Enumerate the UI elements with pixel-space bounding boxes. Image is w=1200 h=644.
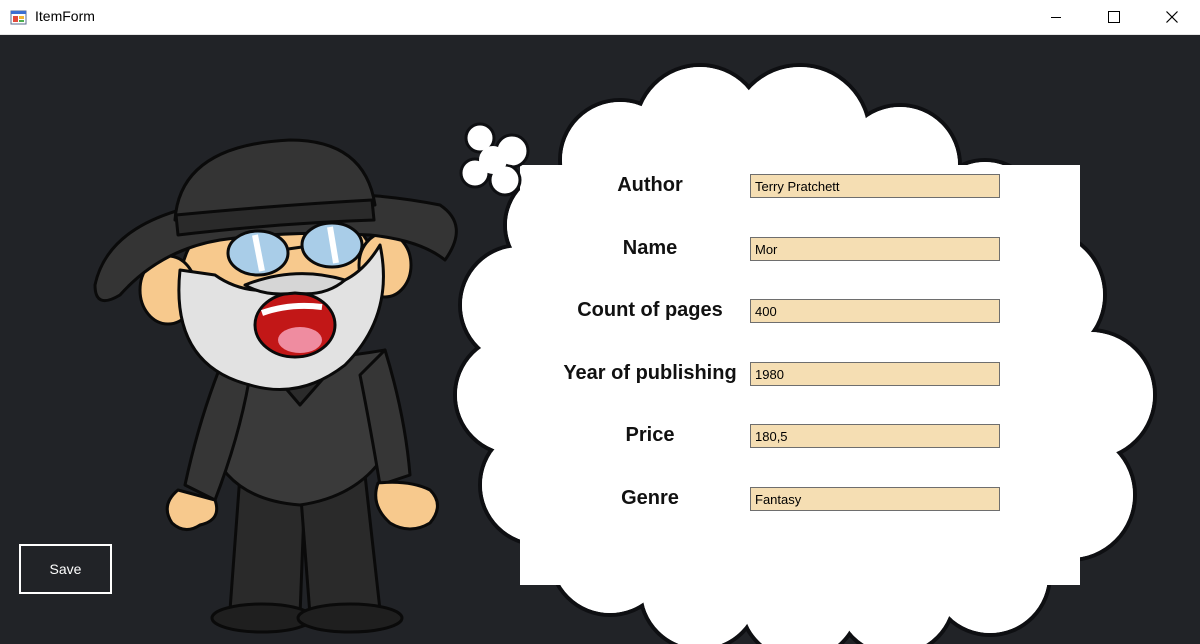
save-button[interactable]: Save — [19, 544, 112, 594]
title-bar: ItemForm — [0, 0, 1200, 35]
year-of-publishing-field[interactable] — [750, 362, 1000, 386]
genre-label: Genre — [621, 487, 679, 509]
name-label: Name — [622, 237, 678, 259]
maximize-icon — [1108, 11, 1120, 23]
cartoon-character-illustration — [93, 138, 458, 634]
window-title: ItemForm — [35, 8, 95, 24]
form-client-area: Author Name Count of pages Year of publi… — [0, 35, 1200, 644]
price-label: Price — [625, 424, 675, 446]
price-field[interactable] — [750, 424, 1000, 448]
maximize-button[interactable] — [1085, 0, 1143, 34]
count-of-pages-field[interactable] — [750, 299, 1000, 323]
minimize-icon — [1051, 17, 1061, 18]
close-icon — [1166, 11, 1178, 23]
minimize-button[interactable] — [1027, 0, 1085, 34]
author-field[interactable] — [750, 174, 1000, 198]
name-field[interactable] — [750, 237, 1000, 261]
app-form-icon — [10, 8, 28, 26]
count-of-pages-label: Count of pages — [577, 299, 723, 321]
thought-cloud — [453, 63, 1157, 644]
year-of-publishing-label: Year of publishing — [563, 362, 737, 384]
background-art — [93, 63, 1157, 644]
close-button[interactable] — [1143, 0, 1200, 34]
genre-field[interactable] — [750, 487, 1000, 511]
author-label: Author — [617, 174, 683, 196]
